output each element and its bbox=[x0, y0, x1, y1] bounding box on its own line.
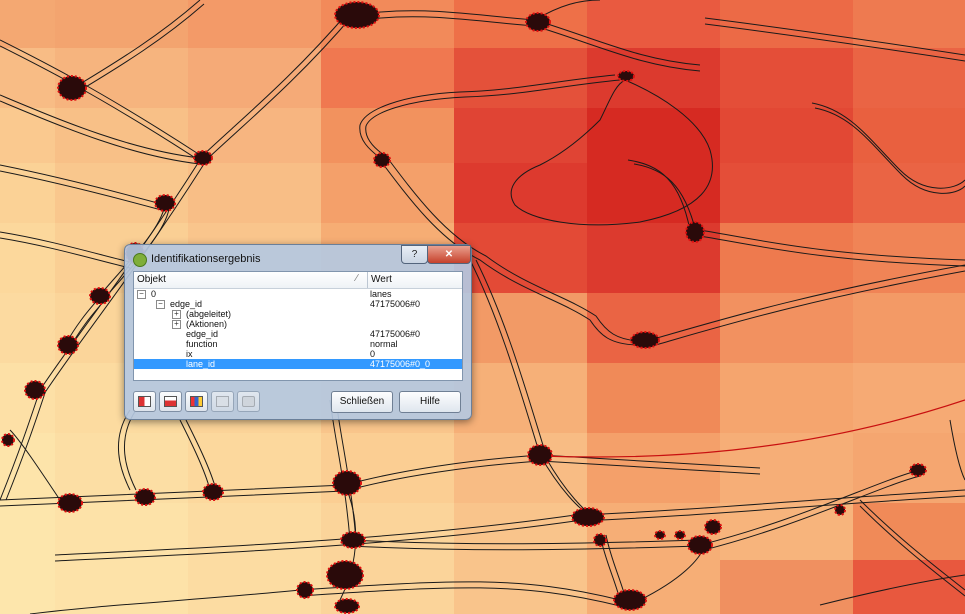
expand-new-icon bbox=[190, 396, 203, 407]
copy-icon bbox=[216, 396, 229, 407]
close-button[interactable]: Schließen bbox=[331, 391, 393, 413]
tree-row-value: 47175006#0 bbox=[370, 329, 421, 339]
title-help-button[interactable]: ? bbox=[401, 245, 428, 264]
tree-row-key: (abgeleitet) bbox=[186, 309, 232, 319]
tree-row-key: edge_id bbox=[170, 299, 203, 309]
collapse-icon[interactable]: − bbox=[137, 290, 146, 299]
tree-row-key: edge_id bbox=[186, 329, 219, 339]
tree-header: Objekt ∕ Wert bbox=[134, 272, 462, 289]
tree-row-key: function bbox=[186, 339, 218, 349]
tree-row[interactable]: − edge_id 47175006#0 bbox=[134, 299, 462, 309]
tree-row[interactable]: − 0 lanes bbox=[134, 289, 462, 299]
dialog-title: Identifikationsergebnis bbox=[151, 253, 261, 265]
expand-tree-icon bbox=[138, 396, 151, 407]
dialog-button-bar: Schließen Hilfe bbox=[133, 391, 463, 413]
dialog-title-bar[interactable]: Identifikationsergebnis ? ✕ bbox=[131, 245, 471, 269]
print-icon bbox=[242, 396, 255, 407]
qgis-logo-icon bbox=[133, 253, 147, 267]
print-button[interactable] bbox=[237, 391, 260, 412]
tree-row[interactable]: function normal bbox=[134, 339, 462, 349]
tree-row-key: lane_id bbox=[186, 359, 216, 369]
collapse-tree-button[interactable] bbox=[159, 391, 182, 412]
expand-new-button[interactable] bbox=[185, 391, 208, 412]
tree-row-value: normal bbox=[370, 339, 398, 349]
tree-row-selected[interactable]: lane_id 47175006#0_0 bbox=[134, 359, 462, 369]
sort-indicator-icon: ∕ bbox=[356, 273, 358, 284]
column-divider[interactable] bbox=[367, 272, 368, 288]
tree-row-key: 0 bbox=[151, 289, 157, 299]
identify-results-dialog: Identifikationsergebnis ? ✕ Objekt ∕ Wer… bbox=[124, 244, 472, 420]
expand-icon[interactable]: + bbox=[172, 320, 181, 329]
tree-row[interactable]: + (Aktionen) bbox=[134, 319, 462, 329]
tree-row[interactable]: edge_id 47175006#0 bbox=[134, 329, 462, 339]
expand-icon[interactable]: + bbox=[172, 310, 181, 319]
tree-row-key: (Aktionen) bbox=[186, 319, 228, 329]
collapse-tree-icon bbox=[164, 396, 177, 407]
tree-row-value: 47175006#0 bbox=[370, 299, 421, 309]
column-header-object[interactable]: Objekt bbox=[137, 274, 166, 285]
tree-row-value: lanes bbox=[370, 289, 392, 299]
tree-row[interactable]: ix 0 bbox=[134, 349, 462, 359]
copy-button[interactable] bbox=[211, 391, 234, 412]
expand-tree-button[interactable] bbox=[133, 391, 156, 412]
tree-row-value: 0 bbox=[370, 349, 376, 359]
title-close-button[interactable]: ✕ bbox=[427, 245, 471, 264]
results-tree[interactable]: Objekt ∕ Wert − 0 lanes − edge_id 471750… bbox=[133, 271, 463, 381]
tree-row-value: 47175006#0_0 bbox=[370, 359, 431, 369]
column-header-value[interactable]: Wert bbox=[371, 274, 392, 285]
tree-row-key: ix bbox=[186, 349, 193, 359]
tree-row[interactable]: + (abgeleitet) bbox=[134, 309, 462, 319]
help-button[interactable]: Hilfe bbox=[399, 391, 461, 413]
collapse-icon[interactable]: − bbox=[156, 300, 165, 309]
